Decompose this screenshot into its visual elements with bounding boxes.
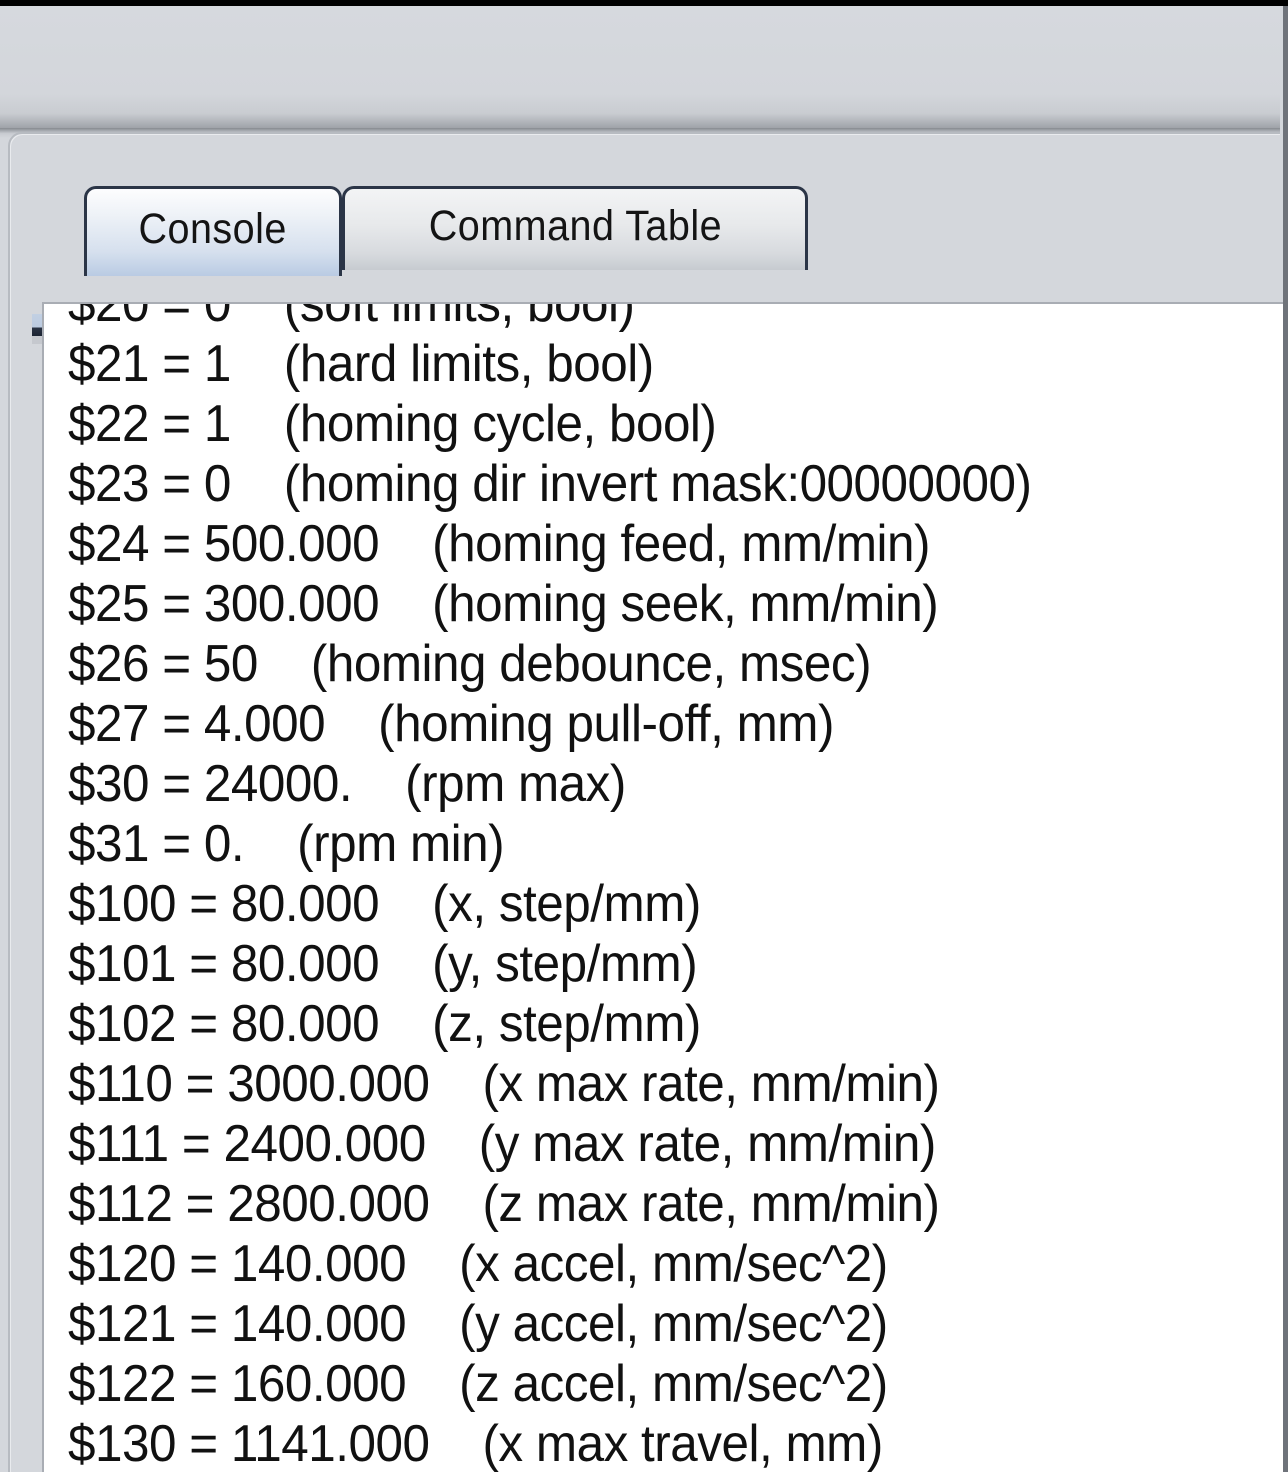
console-line: $100 = 80.000 (x, step/mm) (68, 875, 701, 933)
tab-command-table-label: Command Table (428, 202, 722, 250)
console-line: $26 = 50 (homing debounce, msec) (68, 635, 872, 693)
console-line: $102 = 80.000 (z, step/mm) (68, 995, 701, 1053)
console-line: $21 = 1 (hard limits, bool) (68, 335, 654, 393)
console-line: $24 = 500.000 (homing feed, mm/min) (68, 515, 931, 573)
application-window: Console Command Table $20 = 0 (soft limi… (0, 0, 1288, 1472)
console-panel: Console Command Table $20 = 0 (soft limi… (8, 132, 1288, 1472)
tab-command-table[interactable]: Command Table (342, 186, 808, 270)
tab-strip: Console Command Table (10, 186, 1288, 344)
tab-console-label: Console (138, 205, 288, 253)
console-line: $101 = 80.000 (y, step/mm) (68, 935, 698, 993)
console-line: $112 = 2800.000 (z max rate, mm/min) (68, 1175, 940, 1233)
console-line: $20 = 0 (soft limits, bool) (68, 302, 635, 333)
console-output-area[interactable]: $20 = 0 (soft limits, bool) $21 = 1 (hard… (42, 302, 1288, 1472)
console-line: $110 = 3000.000 (x max rate, mm/min) (68, 1055, 940, 1113)
tab-console[interactable]: Console (84, 186, 342, 276)
console-line: $122 = 160.000 (z accel, mm/sec^2) (68, 1355, 888, 1413)
window-right-edge (1283, 6, 1288, 1472)
console-line: $31 = 0. (rpm min) (68, 815, 505, 873)
console-line: $121 = 140.000 (y accel, mm/sec^2) (68, 1295, 888, 1353)
console-line: $27 = 4.000 (homing pull-off, mm) (68, 695, 834, 753)
window-toolbar-area (0, 6, 1288, 128)
console-line: $25 = 300.000 (homing seek, mm/min) (68, 575, 939, 633)
console-line: $30 = 24000. (rpm max) (68, 755, 626, 813)
console-line: $111 = 2400.000 (y max rate, mm/min) (68, 1115, 936, 1173)
console-line: $23 = 0 (homing dir invert mask:00000000… (68, 455, 1032, 513)
console-line-list: $20 = 0 (soft limits, bool) $21 = 1 (hard… (68, 302, 1288, 1472)
console-line: $120 = 140.000 (x accel, mm/sec^2) (68, 1235, 888, 1293)
console-line: $130 = 1141.000 (x max travel, mm) (68, 1415, 883, 1472)
window-right-edge-top (1280, 6, 1283, 142)
console-line: $22 = 1 (homing cycle, bool) (68, 395, 717, 453)
